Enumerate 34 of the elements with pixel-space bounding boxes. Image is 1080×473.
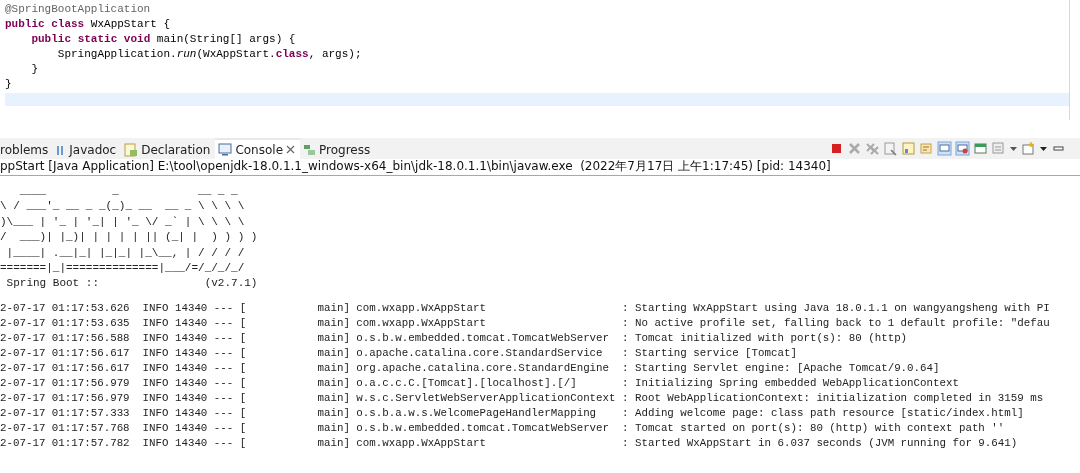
view-tab[interactable]: Declaration	[121, 138, 216, 159]
log-line: 2-07-17 01:17:57.782 INFO 14340 --- [ main] com.wxapp.WxAppStart : Started WxAppStart in 6.037 seconds (JVM running for 9.641)	[0, 435, 1018, 451]
log-line: 2-07-17 01:17:56.979 INFO 14340 --- [ main] o.a.c.c.C.[Tomcat].[localhost].[/] : Initializing Spring embedded WebApplicationContext	[0, 375, 959, 391]
view-tab[interactable]: Progress	[300, 138, 376, 159]
log-line: 2-07-17 01:17:53.635 INFO 14340 --- [ main] com.wxapp.WxAppStart : No active profile set, falling back to 1 default profile: "defau	[0, 315, 1050, 331]
code-line: }	[30, 62, 38, 77]
log-line: 2-07-17 01:17:56.617 INFO 14340 --- [ main] org.apache.catalina.core.StandardEngine : Starting Servlet engine: [Apache Tomcat/9.0.64]	[0, 360, 940, 376]
remove-all-icon[interactable]	[865, 141, 880, 156]
code-line: public static void main(String[] args) {	[30, 32, 296, 47]
annotation: @SpringBootApplication	[4, 2, 151, 17]
banner-line: Spring Boot :: (v2.7.1)	[5, 276, 258, 292]
remove-icon[interactable]	[847, 141, 862, 156]
view-tab[interactable]: roblems	[0, 138, 54, 159]
code-line: }	[4, 77, 12, 92]
log-line: 2-07-17 01:17:53.626 INFO 14340 --- [ main] com.wxapp.WxAppStart : Starting WxAppStart using Java 18.0.1.1 on wangyangsheng with PI	[0, 300, 1050, 316]
view-tab[interactable]: Console	[215, 138, 301, 159]
terminate-icon[interactable]	[829, 141, 844, 156]
banner-line: )\___ | '_ | '_| | '_ \/ _` | \ \ \ \	[0, 214, 245, 230]
console-process-label: ppStart [Java Application] E:\tool\openjdk-18.0.1.1_windows-x64_bin\jdk-18.0.1.1\bin\javaw.exe (2022年7月17日 上午1:17:45) [pid: 14340]	[0, 159, 1080, 176]
code-line: SpringApplication.run(WxAppStart.class, args);	[56, 47, 362, 62]
banner-line: ____ _ __ _ _	[18, 184, 238, 199]
log-line: 2-07-17 01:17:57.333 INFO 14340 --- [ main] o.s.b.a.w.s.WelcomePageHandlerMapping : Adding welcome page: class path resource [static/index.html]	[0, 405, 1024, 421]
log-line: 2-07-17 01:17:56.588 INFO 14340 --- [ main] o.s.b.w.embedded.tomcat.TomcatWebServer : Tomcat initialized with port(s): 80 (http)	[0, 330, 908, 346]
console-icon	[218, 143, 233, 156]
log-line: 2-07-17 01:17:56.979 INFO 14340 --- [ main] w.s.c.ServletWebServerApplicationContext : Root WebApplicationContext: initialization completed in 3159 ms	[0, 390, 1044, 406]
code-line: public class WxAppStart {	[4, 17, 171, 32]
banner-line: \ / ___'_ __ _ _(_)_ __ __ _ \ \ \ \	[0, 199, 245, 215]
log-line: 2-07-17 01:17:56.617 INFO 14340 --- [ main] o.apache.catalina.core.StandardService : Starting service [Tomcat]	[0, 345, 797, 361]
banner-line: / ___)| |_)| | | | | || (_| | ) ) ) )	[0, 230, 258, 246]
log-line: 2-07-17 01:17:57.768 INFO 14340 --- [ main] o.s.b.w.embedded.tomcat.TomcatWebServer : Tomcat started on port(s): 80 (http) with context path ''	[0, 420, 1005, 436]
close-icon[interactable]	[286, 145, 296, 154]
view-tab[interactable]: Javadoc	[53, 138, 122, 159]
banner-line: |____| .__|_| |_|_| |_\__, | / / / /	[5, 245, 245, 261]
banner-line: =======|_|==============|___/=/_/_/_/	[0, 261, 245, 277]
